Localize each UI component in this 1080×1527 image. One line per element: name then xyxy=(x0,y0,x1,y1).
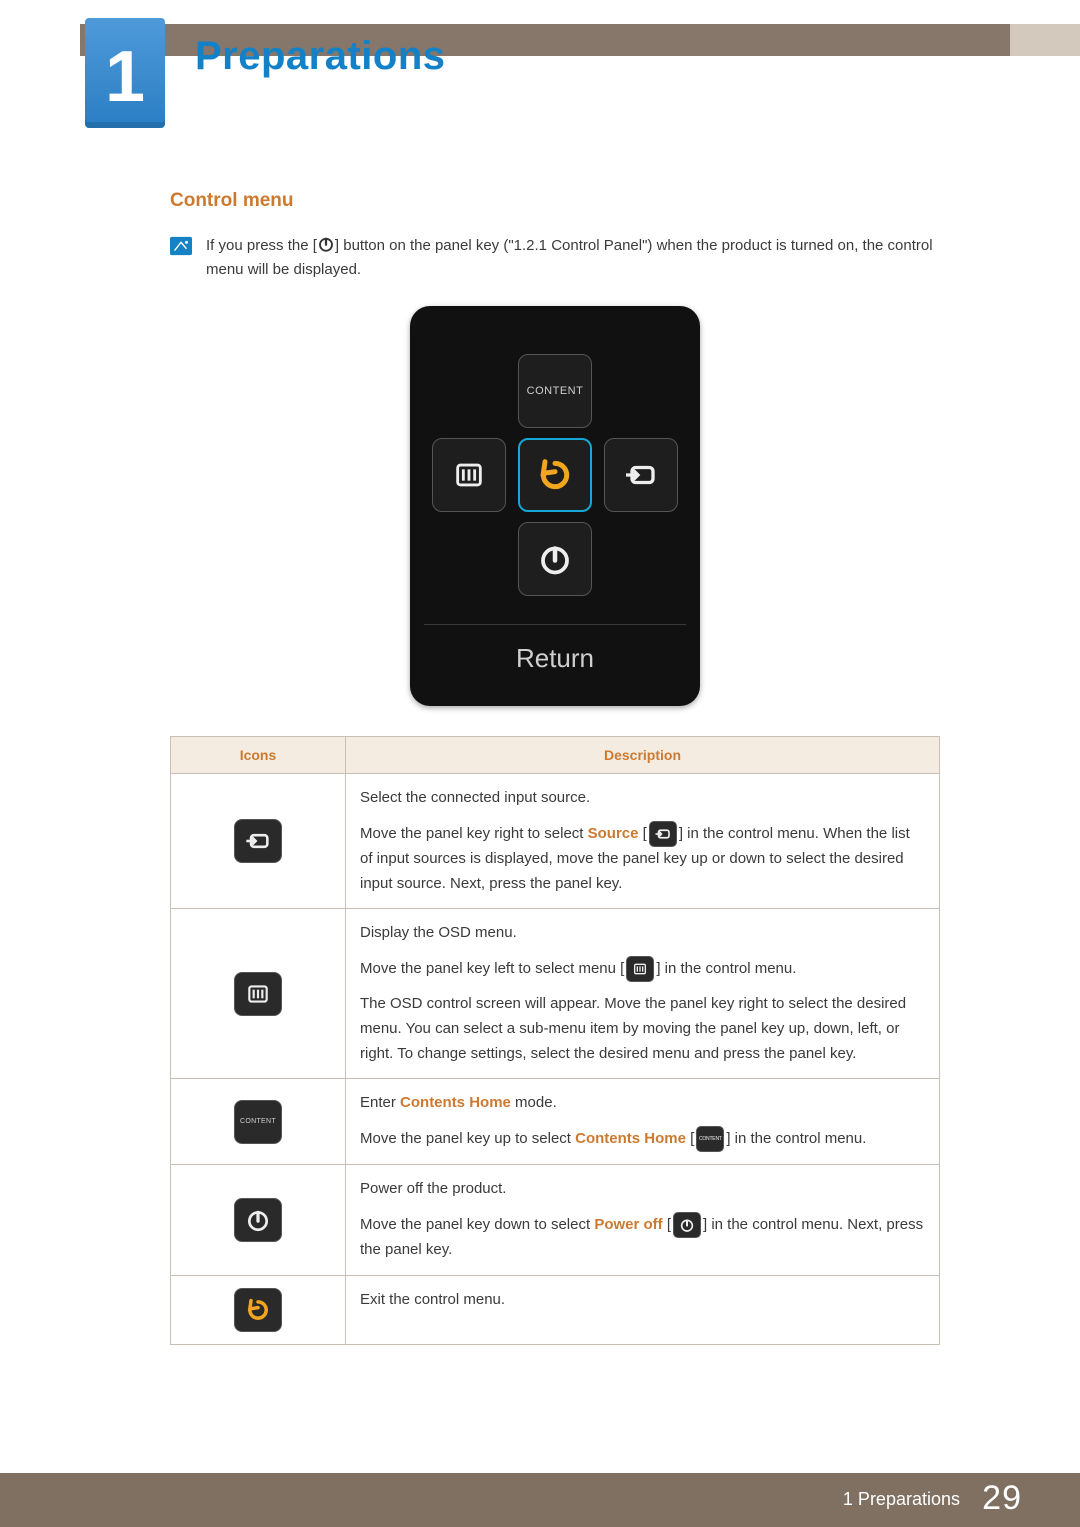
source-icon xyxy=(234,819,282,863)
panel-power-button xyxy=(518,522,592,596)
table-desc-source: Select the connected input source. Move … xyxy=(346,774,940,909)
footer: 1 Preparations 29 xyxy=(0,1473,1080,1527)
table-desc-menu: Display the OSD menu. Move the panel key… xyxy=(346,909,940,1079)
power-icon xyxy=(673,1212,701,1238)
chapter-number-badge: 1 xyxy=(85,18,165,128)
panel-return-label: Return xyxy=(410,625,700,698)
chapter-number: 1 xyxy=(105,36,145,118)
page-title: Preparations xyxy=(195,34,446,79)
power-icon xyxy=(317,235,335,253)
panel-return-button xyxy=(518,438,592,512)
return-icon xyxy=(234,1288,282,1332)
table-row: Power off the product. Move the panel ke… xyxy=(171,1165,940,1276)
panel-source-button xyxy=(604,438,678,512)
footer-chapter: 1 Preparations xyxy=(843,1489,960,1510)
power-off-label: Power off xyxy=(594,1216,662,1233)
panel-content-button: CONTENT xyxy=(518,354,592,428)
table-desc-content: Enter Contents Home mode. Move the panel… xyxy=(346,1079,940,1165)
table-row: Select the connected input source. Move … xyxy=(171,774,940,909)
table-header-icons: Icons xyxy=(171,737,346,774)
control-menu-illustration: CONTENT Return xyxy=(170,306,940,706)
content-label: CONTENT xyxy=(527,385,584,397)
icon-description-table: Icons Description Select the connected i… xyxy=(170,736,940,1345)
note-text: If you press the [] button on the panel … xyxy=(206,234,940,282)
footer-page-number: 29 xyxy=(982,1479,1022,1518)
note-icon xyxy=(170,236,192,258)
menu-icon xyxy=(626,956,654,982)
table-desc-return: Exit the control menu. xyxy=(346,1275,940,1345)
panel-menu-button xyxy=(432,438,506,512)
content-icon: CONTENT xyxy=(696,1126,724,1152)
source-icon xyxy=(649,821,677,847)
table-row: Exit the control menu. xyxy=(171,1275,940,1345)
table-row: Display the OSD menu. Move the panel key… xyxy=(171,909,940,1079)
source-label: Source xyxy=(588,825,639,842)
table-header-description: Description xyxy=(346,737,940,774)
table-desc-power: Power off the product. Move the panel ke… xyxy=(346,1165,940,1276)
note-row: If you press the [] button on the panel … xyxy=(170,234,940,282)
table-row: CONTENT Enter Contents Home mode. Move t… xyxy=(171,1079,940,1165)
contents-home-label: Contents Home xyxy=(575,1130,686,1147)
contents-home-label: Contents Home xyxy=(400,1094,511,1111)
power-icon xyxy=(234,1198,282,1242)
content-icon: CONTENT xyxy=(234,1100,282,1144)
section-title: Control menu xyxy=(170,190,940,212)
menu-icon xyxy=(234,972,282,1016)
